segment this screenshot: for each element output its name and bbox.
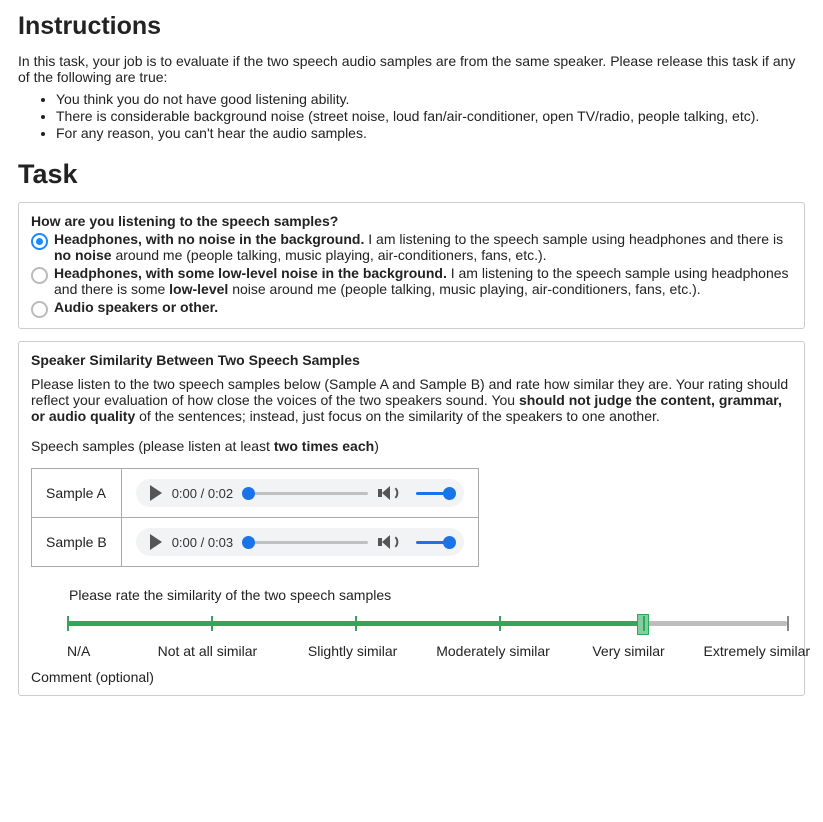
play-icon[interactable]: [150, 485, 162, 501]
release-condition-item: You think you do not have good listening…: [56, 91, 805, 107]
instructions-heading: Instructions: [18, 12, 805, 41]
audio-player-a[interactable]: 0:00 / 0:02: [136, 479, 464, 507]
scale-label: Extremely similar: [687, 643, 823, 659]
slider-tick: [643, 616, 645, 631]
seek-slider[interactable]: [243, 492, 368, 495]
radio-speakers-other[interactable]: [31, 301, 48, 318]
radio-label-speakers-other: Audio speakers or other.: [54, 299, 218, 315]
scale-label: Very similar: [570, 643, 686, 659]
release-condition-item: For any reason, you can't hear the audio…: [56, 125, 805, 141]
listening-conditions-panel: How are you listening to the speech samp…: [18, 202, 805, 329]
volume-slider[interactable]: [416, 541, 450, 544]
listen-prompt: Speech samples (please listen at least t…: [31, 438, 792, 454]
instructions-intro: In this task, your job is to evaluate if…: [18, 53, 805, 85]
table-row: Sample A 0:00 / 0:02: [32, 469, 479, 518]
slider-tick: [787, 616, 789, 631]
slider-prompt: Please rate the similarity of the two sp…: [69, 587, 792, 603]
listening-question: How are you listening to the speech samp…: [31, 213, 792, 229]
sample-a-player-cell: 0:00 / 0:02: [121, 469, 478, 518]
similarity-title: Speaker Similarity Between Two Speech Sa…: [31, 352, 792, 368]
sample-b-label-cell: Sample B: [32, 518, 122, 567]
radio-headphones-no-noise[interactable]: [31, 233, 48, 250]
radio-headphones-low-noise[interactable]: [31, 267, 48, 284]
scale-labels-row: N/ANot at all similarSlightly similarMod…: [67, 643, 823, 659]
samples-table: Sample A 0:00 / 0:02 Sample B: [31, 468, 479, 567]
radio-label-headphones-no-noise: Headphones, with no noise in the backgro…: [54, 231, 792, 263]
release-condition-item: There is considerable background noise (…: [56, 108, 805, 124]
comment-label: Comment (optional): [31, 669, 792, 685]
task-heading: Task: [18, 159, 805, 190]
slider-tick: [499, 616, 501, 631]
slider-tick: [211, 616, 213, 631]
volume-slider[interactable]: [416, 492, 450, 495]
similarity-description: Please listen to the two speech samples …: [31, 376, 792, 424]
audio-player-b[interactable]: 0:00 / 0:03: [136, 528, 464, 556]
scale-label: Slightly similar: [290, 643, 416, 659]
scale-label: Moderately similar: [416, 643, 571, 659]
player-b-time: 0:00 / 0:03: [172, 535, 233, 550]
similarity-panel: Speaker Similarity Between Two Speech Sa…: [18, 341, 805, 696]
player-a-time: 0:00 / 0:02: [172, 486, 233, 501]
scale-label: N/A: [67, 643, 125, 659]
sample-b-player-cell: 0:00 / 0:03: [121, 518, 478, 567]
slider-tick: [355, 616, 357, 631]
similarity-slider[interactable]: [67, 613, 787, 633]
scale-label: Not at all similar: [125, 643, 290, 659]
radio-label-headphones-low-noise: Headphones, with some low-level noise in…: [54, 265, 792, 297]
sample-a-label-cell: Sample A: [32, 469, 122, 518]
play-icon[interactable]: [150, 534, 162, 550]
table-row: Sample B 0:00 / 0:03: [32, 518, 479, 567]
seek-slider[interactable]: [243, 541, 368, 544]
release-conditions-list: You think you do not have good listening…: [18, 91, 805, 141]
slider-tick: [67, 616, 69, 631]
